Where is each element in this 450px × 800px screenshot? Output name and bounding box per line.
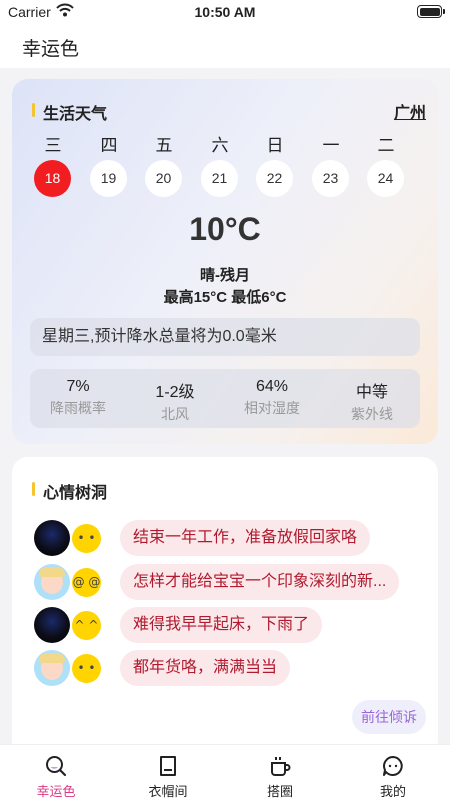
weather-title-text: 生活天气 [43, 106, 108, 123]
title-marker [32, 482, 35, 496]
stat-label: 北风 [161, 406, 189, 422]
stat-value: 7% [66, 378, 90, 395]
weekday-label: 日 [266, 136, 284, 155]
smile-emoji-icon: • • [72, 524, 101, 553]
day-item[interactable]: 六 21 [201, 131, 239, 197]
weekday-label: 三 [44, 136, 62, 155]
nav-bar: 幸运色 [0, 24, 450, 68]
chat-icon [381, 754, 405, 778]
dizzy-emoji-icon: @ @ [72, 568, 101, 597]
title-marker [32, 103, 35, 117]
date-circle: 22 [256, 160, 293, 197]
smile-emoji-icon: • • [72, 654, 101, 683]
clock: 10:50 AM [194, 4, 256, 20]
date-circle: 18 [34, 160, 71, 197]
high-low-temperature: 最高15°C 最低6°C [163, 289, 287, 306]
avatar [34, 564, 70, 600]
battery-icon [417, 5, 445, 18]
tab-bar: 幸运色 衣帽间 搭圈 我的 [0, 744, 450, 800]
tab-label: 搭圈 [266, 784, 293, 799]
mood-card: 心情树洞 • • 结束一年工作，准备放假回家咯 @ @ 怎样才能给宝宝一个印象深… [12, 457, 438, 757]
date-circle: 20 [145, 160, 182, 197]
wardrobe-icon [156, 754, 180, 778]
grin-emoji-icon: ^ ^ [72, 611, 101, 640]
day-item[interactable]: 三 18 [34, 131, 72, 197]
tab-label: 我的 [379, 784, 406, 799]
date-circle: 23 [312, 160, 349, 197]
weather-card-title: 生活天气 [32, 100, 108, 124]
tab-label: 幸运色 [36, 784, 76, 799]
tab-circle[interactable]: 搭圈 [224, 745, 336, 800]
tab-wardrobe[interactable]: 衣帽间 [112, 745, 224, 800]
cup-icon [268, 754, 292, 778]
page-title: 幸运色 [22, 39, 80, 60]
date-circle: 19 [90, 160, 127, 197]
day-item[interactable]: 二 24 [367, 131, 405, 197]
message-bubble: 难得我早早起床，下雨了 [120, 607, 323, 643]
tab-label: 衣帽间 [148, 784, 188, 799]
precipitation-forecast: 星期三,预计降水总量将为0.0毫米 [30, 318, 420, 356]
date-circle: 24 [367, 160, 404, 197]
mood-title-text: 心情树洞 [43, 485, 108, 502]
message-bubble: 怎样才能给宝宝一个印象深刻的新... [120, 564, 400, 600]
day-item[interactable]: 五 20 [145, 131, 183, 197]
avatar [34, 650, 70, 686]
stat-rain-chance: 7% 降雨概率 [33, 378, 123, 418]
stat-wind: 1-2级 北风 [130, 378, 220, 424]
mood-card-title: 心情树洞 [32, 479, 108, 503]
stat-label: 相对湿度 [244, 400, 300, 416]
weekday-label: 六 [211, 136, 229, 155]
weather-card: 生活天气 广州 三 18 四 19 五 20 六 21 日 22 一 23 二 … [12, 79, 438, 444]
tab-mine[interactable]: 我的 [337, 745, 449, 800]
day-item[interactable]: 四 19 [90, 131, 128, 197]
weekday-label: 四 [100, 136, 118, 155]
stat-humidity: 64% 相对湿度 [227, 378, 317, 418]
stat-uv: 中等 紫外线 [327, 378, 417, 424]
search-icon [44, 754, 68, 778]
go-confide-button[interactable]: 前往倾诉 [352, 700, 426, 734]
weekday-label: 二 [377, 136, 395, 155]
message-bubble: 结束一年工作，准备放假回家咯 [120, 520, 371, 556]
avatar [34, 607, 70, 643]
stat-value: 1-2级 [155, 384, 195, 401]
city-link[interactable]: 广州 [394, 99, 426, 123]
stat-label: 降雨概率 [50, 400, 106, 416]
avatar [34, 520, 70, 556]
day-item[interactable]: 日 22 [256, 131, 294, 197]
stat-value: 中等 [355, 384, 388, 401]
tab-lucky-color[interactable]: 幸运色 [0, 745, 112, 800]
date-circle: 21 [201, 160, 238, 197]
weekday-label: 五 [155, 136, 173, 155]
stat-label: 紫外线 [351, 406, 393, 422]
week-selector: 三 18 四 19 五 20 六 21 日 22 一 23 二 24 [28, 131, 428, 201]
day-item[interactable]: 一 23 [312, 131, 350, 197]
message-bubble: 都年货咯，满满当当 [120, 650, 291, 686]
status-bar: Carrier 10:50 AM [0, 0, 450, 24]
weekday-label: 一 [322, 136, 340, 155]
stat-value: 64% [255, 378, 289, 395]
weather-stats: 7% 降雨概率 1-2级 北风 64% 相对湿度 中等 紫外线 [30, 369, 420, 428]
weather-condition: 晴-残月 [200, 267, 250, 284]
temperature: 10°C [189, 211, 261, 247]
